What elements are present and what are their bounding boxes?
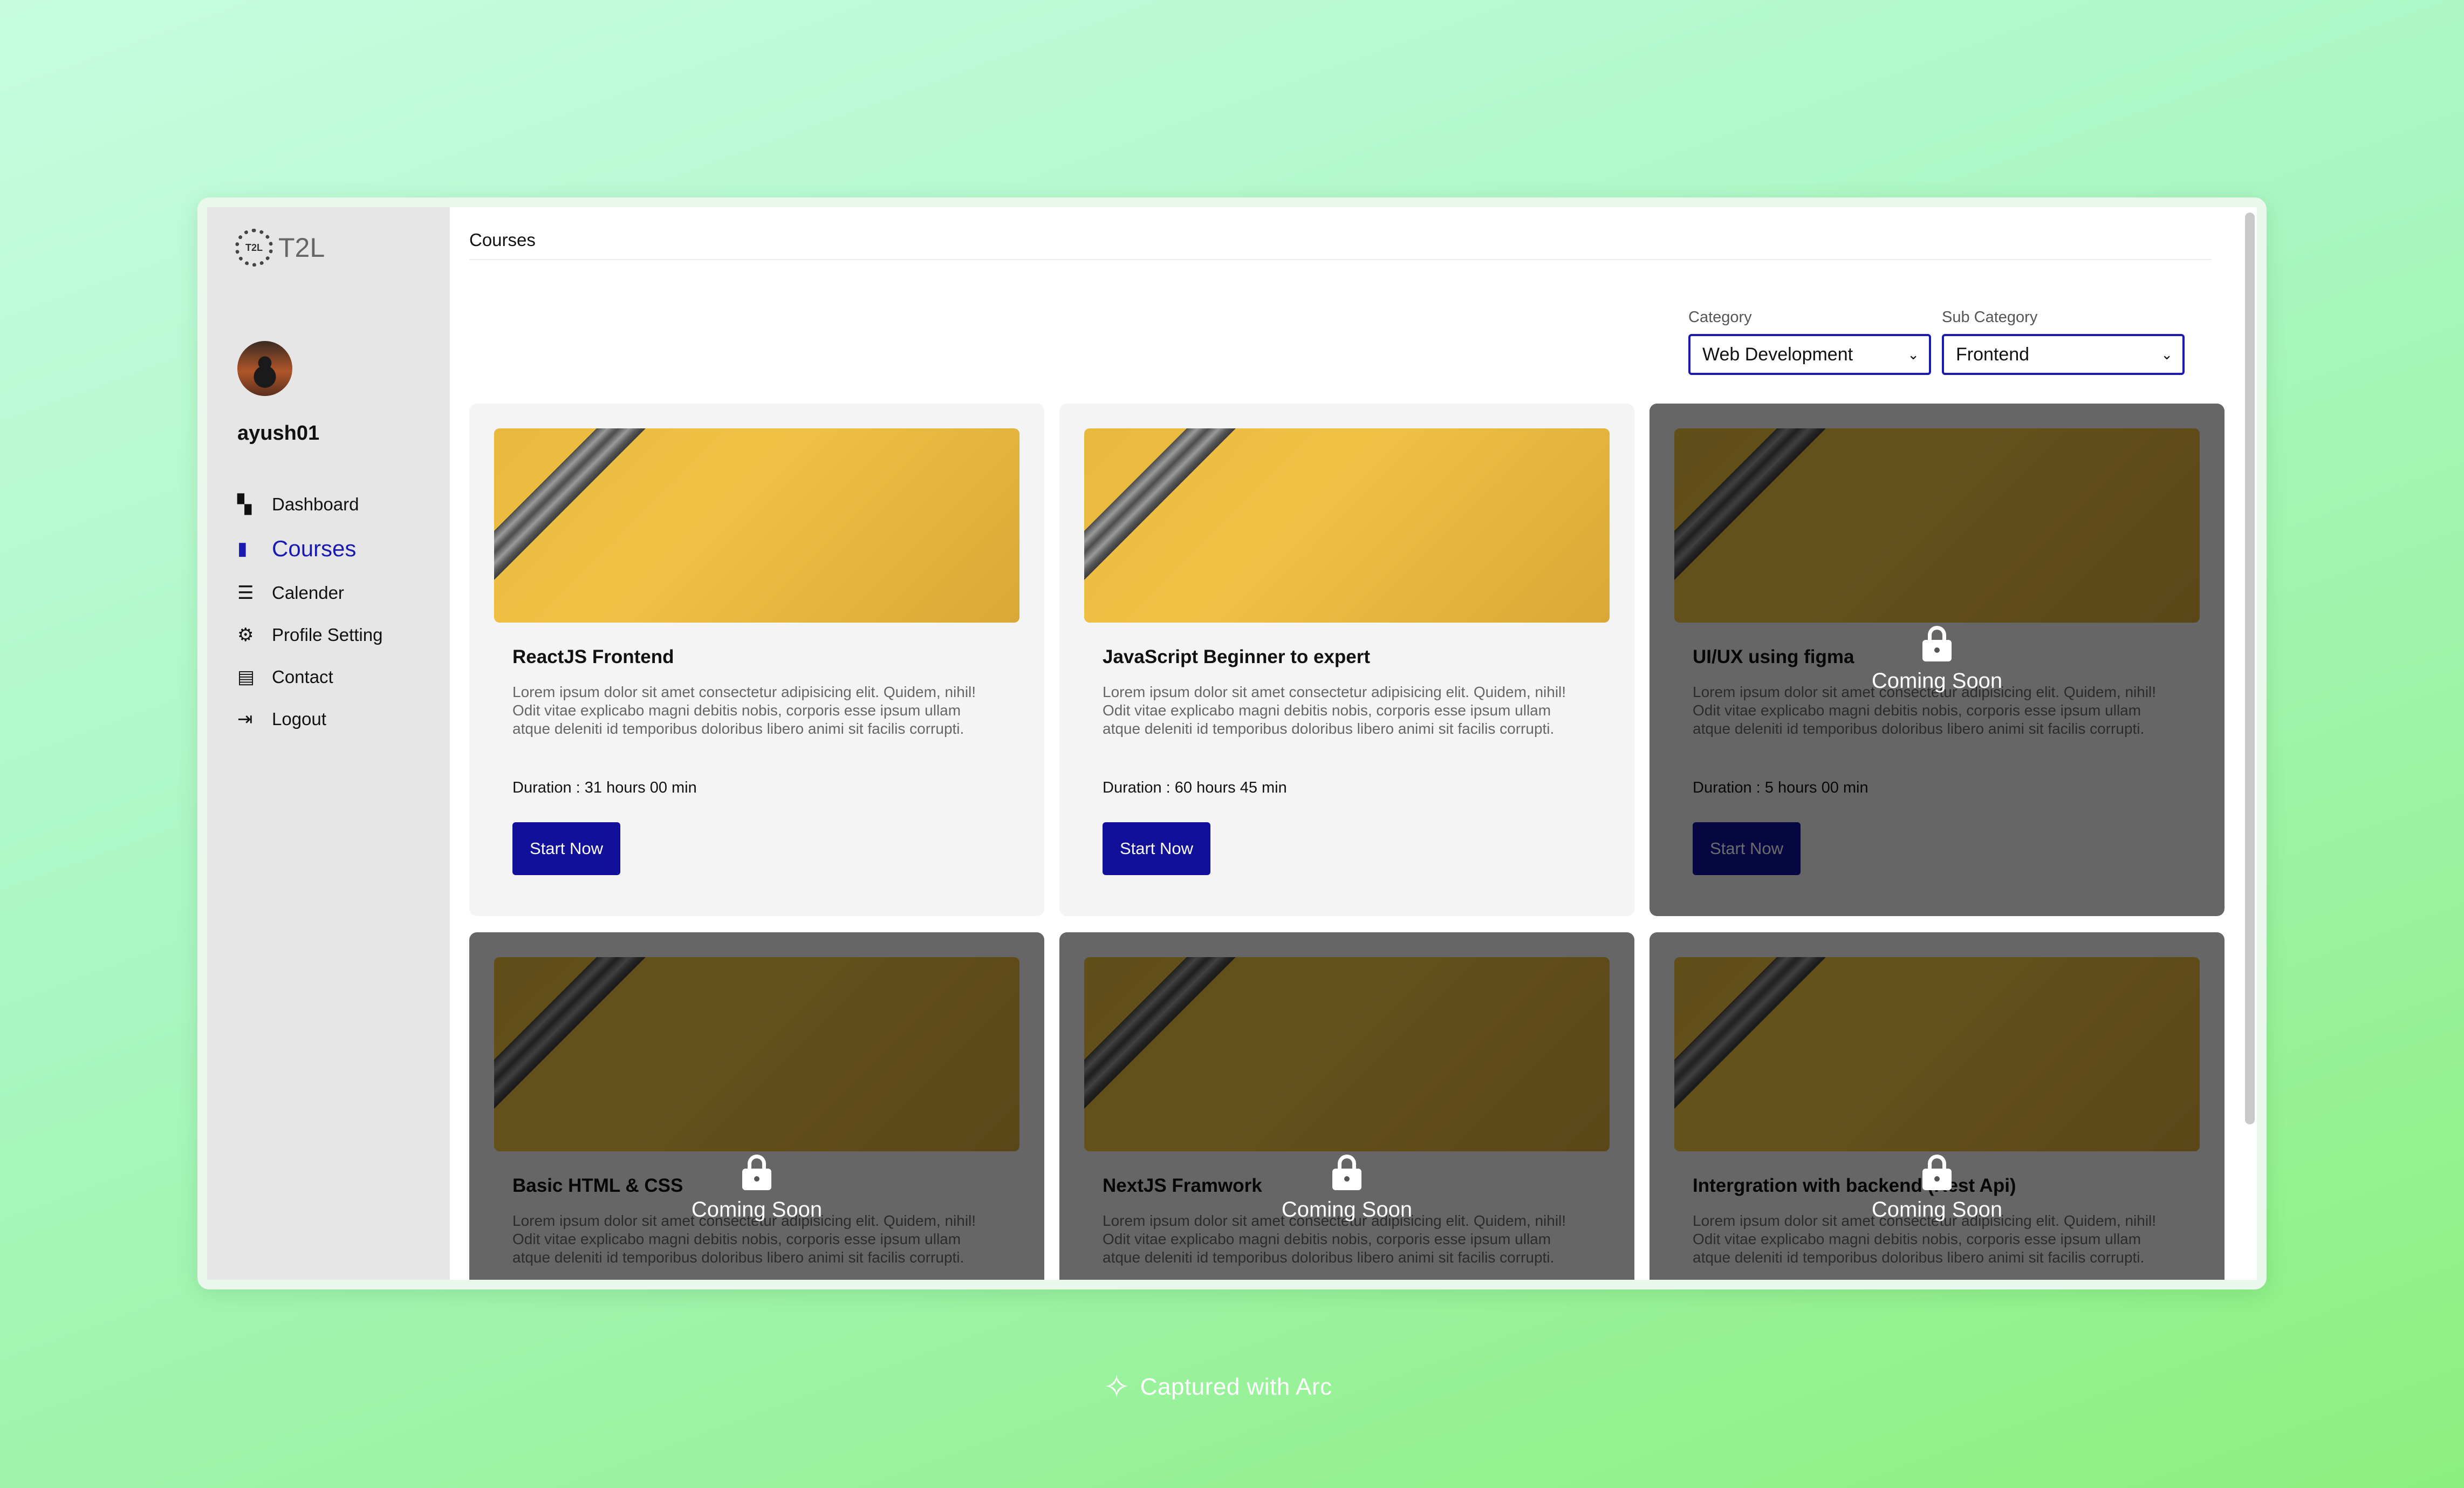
category-value: Web Development [1702, 344, 1853, 365]
sidebar-item-label: Dashboard [272, 494, 359, 514]
coming-soon-overlay: Coming Soon [1649, 1155, 2225, 1222]
course-duration: Duration : 5 hours 00 min [1693, 779, 1868, 796]
footer-text: Captured with Arc [1140, 1374, 1332, 1400]
course-card-locked: UI/UX using figma Lorem ipsum dolor sit … [1649, 404, 2225, 916]
course-duration: Duration : 60 hours 45 min [1103, 779, 1287, 796]
course-card: ReactJS Frontend Lorem ipsum dolor sit a… [469, 404, 1044, 916]
category-filter: Category Web Development ⌄ [1688, 309, 1931, 375]
chevron-down-icon: ⌄ [1907, 346, 1919, 363]
breadcrumb: Courses [469, 230, 536, 250]
contact-icon: ▤ [237, 667, 255, 687]
lock-icon [1922, 1155, 1952, 1190]
sidebar-item-contact[interactable]: ▤ Contact [237, 656, 382, 698]
sidebar-item-dashboard[interactable]: ▚ Dashboard [237, 483, 382, 525]
sidebar-item-profile-setting[interactable]: ⚙ Profile Setting [237, 614, 382, 656]
brand-name: T2L [278, 233, 325, 263]
sidebar-item-label: Courses [272, 536, 357, 561]
browser-window: T2L T2L ayush01 ▚ Dashboard ▮ Courses ☰ … [197, 197, 2267, 1289]
sidebar-item-logout[interactable]: ⇥ Logout [237, 698, 382, 740]
coming-soon-label: Coming Soon [1871, 669, 2003, 693]
sidebar-item-label: Logout [272, 709, 326, 729]
sub-category-value: Frontend [1956, 344, 2030, 365]
start-now-button[interactable]: Start Now [512, 822, 620, 875]
course-thumbnail [494, 428, 1019, 623]
scrollbar[interactable] [2245, 213, 2255, 1124]
lock-icon [1922, 626, 1952, 661]
arc-logo-icon: ✧ [1103, 1369, 1131, 1405]
coming-soon-overlay: Coming Soon [1649, 626, 2225, 693]
lock-icon [1332, 1155, 1361, 1190]
start-now-button: Start Now [1693, 822, 1801, 875]
app-container: T2L T2L ayush01 ▚ Dashboard ▮ Courses ☰ … [207, 207, 2257, 1280]
sidebar-item-calender[interactable]: ☰ Calender [237, 572, 382, 614]
coming-soon-overlay: Coming Soon [1059, 1155, 1634, 1222]
course-thumbnail [1084, 428, 1610, 623]
sub-category-filter: Sub Category Frontend ⌄ [1942, 309, 2185, 375]
course-card-locked: Basic HTML & CSS Lorem ipsum dolor sit a… [469, 932, 1044, 1280]
coming-soon-overlay: Coming Soon [469, 1155, 1044, 1222]
calendar-icon: ☰ [237, 583, 254, 603]
sidebar-item-courses[interactable]: ▮ Courses [237, 525, 382, 572]
course-card: JavaScript Beginner to expert Lorem ipsu… [1059, 404, 1634, 916]
main-content: Courses Category Web Development ⌄ Sub C… [450, 207, 2257, 1280]
username: ayush01 [237, 422, 320, 445]
sidebar: T2L T2L ayush01 ▚ Dashboard ▮ Courses ☰ … [207, 207, 450, 1280]
course-title: ReactJS Frontend [512, 646, 674, 667]
course-description: Lorem ipsum dolor sit amet consectetur a… [1103, 684, 1566, 737]
sidebar-item-label: Contact [272, 667, 333, 687]
category-label: Category [1688, 309, 1752, 326]
coming-soon-label: Coming Soon [1871, 1198, 2003, 1221]
course-card-locked: NextJS Framwork Lorem ipsum dolor sit am… [1059, 932, 1634, 1280]
divider [469, 259, 2212, 260]
avatar[interactable] [237, 341, 292, 396]
course-thumbnail [494, 957, 1019, 1151]
course-description: Lorem ipsum dolor sit amet consectetur a… [512, 684, 976, 737]
logo[interactable]: T2L T2L [235, 229, 325, 267]
capture-footer: ✧ Captured with Arc [1103, 1368, 1332, 1406]
chevron-down-icon: ⌄ [2161, 346, 2173, 363]
course-thumbnail [1674, 428, 2200, 623]
logo-icon: T2L [235, 229, 273, 267]
dashboard-icon: ▚ [237, 494, 252, 515]
start-now-button[interactable]: Start Now [1103, 822, 1210, 875]
sub-category-label: Sub Category [1942, 309, 2038, 326]
coming-soon-label: Coming Soon [1281, 1198, 1413, 1221]
course-duration: Duration : 31 hours 00 min [512, 779, 697, 796]
course-title: JavaScript Beginner to expert [1103, 646, 1370, 667]
course-card-locked: Intergration with backend (Rest Api) Lor… [1649, 932, 2225, 1280]
course-grid: ReactJS Frontend Lorem ipsum dolor sit a… [469, 404, 2225, 1280]
course-thumbnail [1084, 957, 1610, 1151]
book-icon: ▮ [237, 538, 248, 559]
sidebar-nav: ▚ Dashboard ▮ Courses ☰ Calender ⚙ Profi… [237, 483, 382, 740]
logout-icon: ⇥ [237, 709, 253, 729]
lock-icon [742, 1155, 771, 1190]
category-select[interactable]: Web Development ⌄ [1688, 334, 1931, 375]
course-thumbnail [1674, 957, 2200, 1151]
gear-icon: ⚙ [237, 625, 254, 645]
coming-soon-label: Coming Soon [691, 1198, 823, 1221]
sidebar-item-label: Profile Setting [272, 625, 383, 645]
sidebar-item-label: Calender [272, 583, 344, 603]
sub-category-select[interactable]: Frontend ⌄ [1942, 334, 2185, 375]
filters: Category Web Development ⌄ Sub Category … [1688, 309, 2185, 375]
